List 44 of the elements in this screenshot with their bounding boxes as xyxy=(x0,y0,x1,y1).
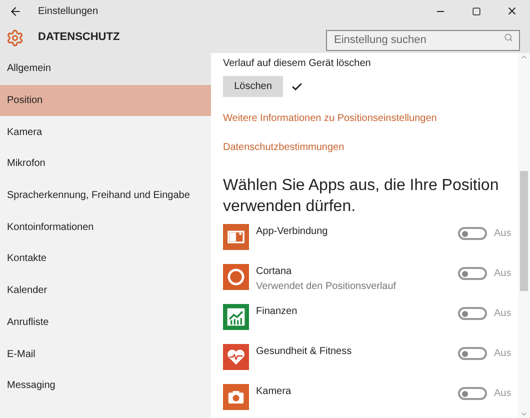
window-title: Einstellungen xyxy=(38,4,98,18)
scroll-down-icon xyxy=(520,410,528,418)
app-name: Gesundheit & Fitness xyxy=(256,345,353,359)
toggle-switch[interactable] xyxy=(458,307,487,320)
toggle-state: Aus xyxy=(494,387,512,401)
app-name: Finanzen xyxy=(256,305,298,319)
page-title: DATENSCHUTZ xyxy=(38,30,120,46)
toggle-switch[interactable] xyxy=(458,387,487,400)
app-name: App-Verbindung xyxy=(256,225,329,239)
app-name: Cortana xyxy=(256,265,293,279)
settings-icon xyxy=(6,28,24,46)
sidebar-item[interactable]: Messaging xyxy=(0,370,211,402)
history-label: Verlauf auf diesem Gerät löschen xyxy=(223,57,372,71)
sidebar-item[interactable]: E-Mail xyxy=(0,338,211,370)
close-icon xyxy=(506,5,518,17)
info-link[interactable]: Weitere Informationen zu Positionseinstellungen xyxy=(223,111,518,126)
sidebar-item[interactable]: Kamera xyxy=(0,116,211,148)
clear-button[interactable]: Löschen xyxy=(223,76,283,97)
toggle-switch[interactable] xyxy=(458,267,487,280)
sidebar-item[interactable]: Allgemein xyxy=(0,53,211,85)
toggle-state: Aus xyxy=(494,227,512,241)
sidebar-item[interactable]: Kontoinformationen xyxy=(0,211,211,244)
toggle-state: Aus xyxy=(494,307,512,321)
sidebar-item[interactable]: Spracherkennung, Freihand und Eingabe xyxy=(0,180,211,212)
toggle-switch[interactable] xyxy=(458,347,487,360)
toggle-state: Aus xyxy=(494,267,512,281)
app-name: Kamera xyxy=(256,385,292,399)
scrollbar-thumb[interactable] xyxy=(520,171,528,291)
scroll-up-icon xyxy=(520,53,528,61)
sidebar-item[interactable]: Anrufliste xyxy=(0,306,211,338)
sidebar-item[interactable]: Mikrofon xyxy=(0,148,211,180)
search-field[interactable]: Einstellung suchen xyxy=(326,30,520,50)
apps-heading: Wählen Sie Apps aus, die Ihre Position verwenden dürfen. xyxy=(223,176,500,217)
toggle-switch[interactable] xyxy=(458,227,487,240)
sidebar-item[interactable]: Position xyxy=(0,84,211,116)
search-icon xyxy=(504,33,513,42)
sidebar-item[interactable]: Kontakte xyxy=(0,243,211,275)
sidebar-item[interactable]: Kalender xyxy=(0,274,211,306)
app-subtitle: Verwendet den Positionsverlauf xyxy=(256,280,398,294)
privacy-link[interactable]: Datenschutzbestimmungen xyxy=(223,140,518,155)
toggle-state: Aus xyxy=(494,347,512,361)
scrollbar[interactable] xyxy=(518,53,530,418)
maximize-icon xyxy=(472,6,480,16)
back-arrow-icon xyxy=(8,4,22,18)
